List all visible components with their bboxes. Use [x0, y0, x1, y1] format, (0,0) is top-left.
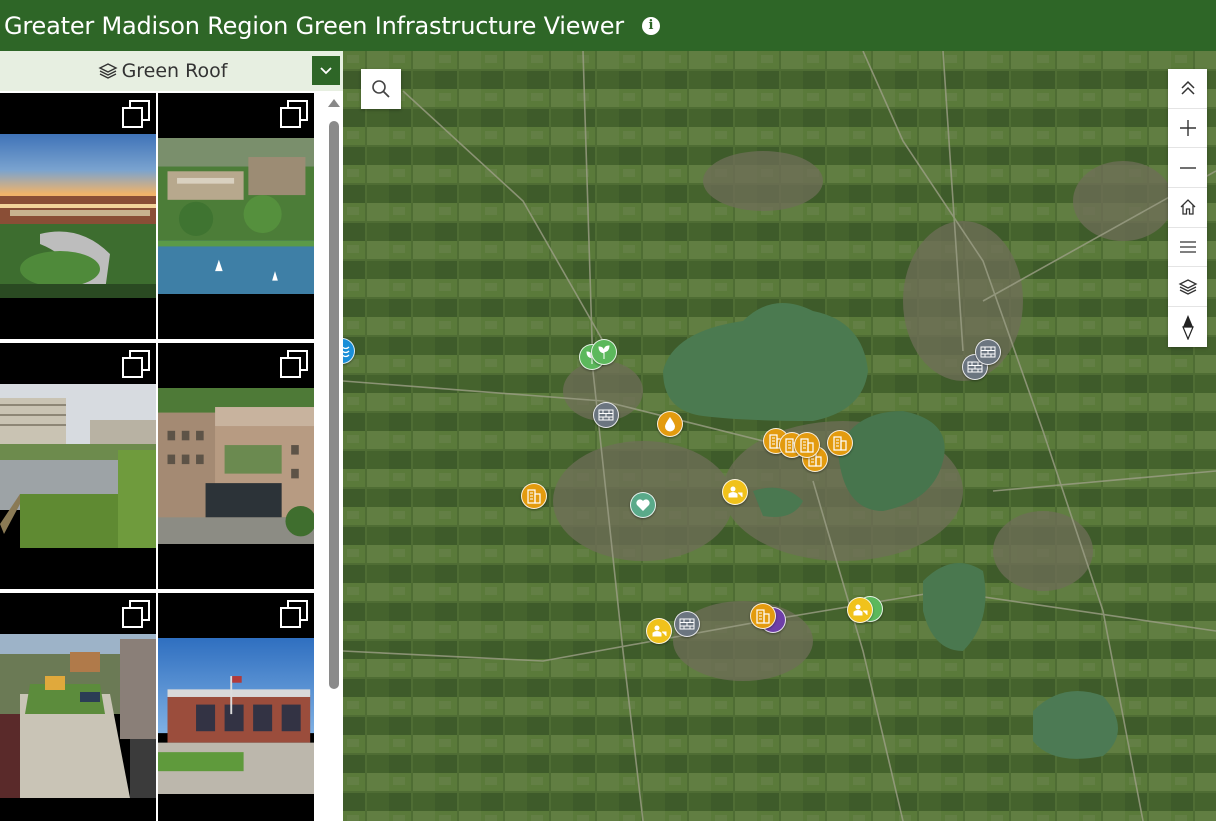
permeable-pavement-marker[interactable]: [975, 339, 1001, 365]
green-roof-marker[interactable]: [521, 483, 547, 509]
photo-urban-rooftop-garden: [0, 634, 156, 798]
plant-icon: [598, 345, 610, 359]
compass-icon: [1181, 314, 1194, 340]
person-bench-icon: [728, 486, 743, 498]
scrollbar-thumb[interactable]: [329, 121, 339, 689]
photo-rooftop-garden-terrace: [0, 384, 156, 548]
photo-campus-building-sunset: [0, 134, 156, 298]
expand-icon[interactable]: [121, 349, 151, 379]
gallery-scrollbar[interactable]: [325, 93, 343, 821]
info-icon[interactable]: i: [641, 16, 660, 35]
collapse-button[interactable]: [1168, 69, 1207, 109]
scroll-up-icon[interactable]: [328, 99, 340, 107]
layer-selector[interactable]: Green Roof: [0, 51, 343, 91]
bioretention-marker[interactable]: [646, 618, 672, 644]
photo-gallery: [0, 93, 323, 821]
photo-brick-building-green-roof: [158, 388, 314, 544]
zoom-in-button[interactable]: [1168, 109, 1207, 149]
building-icon: [756, 609, 770, 624]
sidebar: Green Roof: [0, 51, 343, 821]
permeable-pavement-marker[interactable]: [674, 611, 700, 637]
compass-button[interactable]: [1168, 307, 1207, 347]
gallery-card[interactable]: [0, 93, 156, 339]
layer-name: Green Roof: [121, 60, 228, 82]
legend-button[interactable]: [1168, 228, 1207, 268]
layer-dropdown-button[interactable]: [312, 56, 340, 85]
expand-icon[interactable]: [121, 599, 151, 629]
green-roof-marker[interactable]: [794, 432, 820, 458]
zoom-in-icon: [1179, 120, 1196, 137]
chevron-down-icon: [320, 66, 332, 74]
collapse-icon: [1180, 81, 1195, 95]
bioretention-marker[interactable]: [722, 479, 748, 505]
water-waves-icon: [343, 346, 350, 358]
layer-selector-label: Green Roof: [97, 60, 228, 82]
app-title: Greater Madison Region Green Infrastruct…: [4, 11, 624, 40]
basemap-layers-button[interactable]: [1168, 267, 1207, 308]
map-toolbar: [1168, 69, 1207, 347]
map-search-button[interactable]: [361, 69, 401, 109]
building-icon: [527, 489, 541, 504]
home-icon: [1180, 199, 1195, 216]
heart-leaf-icon: [636, 499, 650, 511]
legend-list-icon: [1179, 241, 1196, 253]
building-icon: [833, 436, 847, 451]
gallery-card[interactable]: [0, 343, 156, 589]
map-view[interactable]: [343, 51, 1216, 821]
bioretention-marker[interactable]: [847, 597, 873, 623]
gallery-card[interactable]: [158, 93, 314, 339]
expand-icon[interactable]: [121, 99, 151, 129]
photo-fire-station-building: [158, 638, 314, 794]
expand-icon[interactable]: [279, 349, 309, 379]
layers-icon: [97, 63, 118, 79]
gallery-card[interactable]: [0, 593, 156, 821]
brick-pavement-icon: [980, 346, 996, 358]
brick-pavement-icon: [598, 409, 614, 421]
green-roof-marker[interactable]: [750, 603, 776, 629]
basemap-layers-icon: [1178, 279, 1197, 295]
gallery-card[interactable]: [158, 593, 314, 821]
water-drop-icon: [665, 417, 675, 432]
home-button[interactable]: [1168, 188, 1207, 228]
search-icon: [372, 80, 390, 98]
photo-campus-aerial-lakeshore: [158, 138, 314, 294]
tree-canopy-marker[interactable]: [630, 492, 656, 518]
zoom-out-icon: [1179, 167, 1196, 169]
person-bench-icon: [853, 604, 868, 616]
brick-pavement-icon: [679, 618, 695, 630]
zoom-out-button[interactable]: [1168, 148, 1207, 189]
stormwater-marker[interactable]: [657, 411, 683, 437]
rain-garden-marker[interactable]: [591, 339, 617, 365]
person-bench-icon: [652, 625, 667, 637]
gallery-card[interactable]: [158, 343, 314, 589]
permeable-pavement-marker[interactable]: [593, 402, 619, 428]
expand-icon[interactable]: [279, 599, 309, 629]
green-roof-marker[interactable]: [827, 430, 853, 456]
app-header: Greater Madison Region Green Infrastruct…: [0, 0, 1216, 51]
building-icon: [800, 438, 814, 453]
expand-icon[interactable]: [279, 99, 309, 129]
